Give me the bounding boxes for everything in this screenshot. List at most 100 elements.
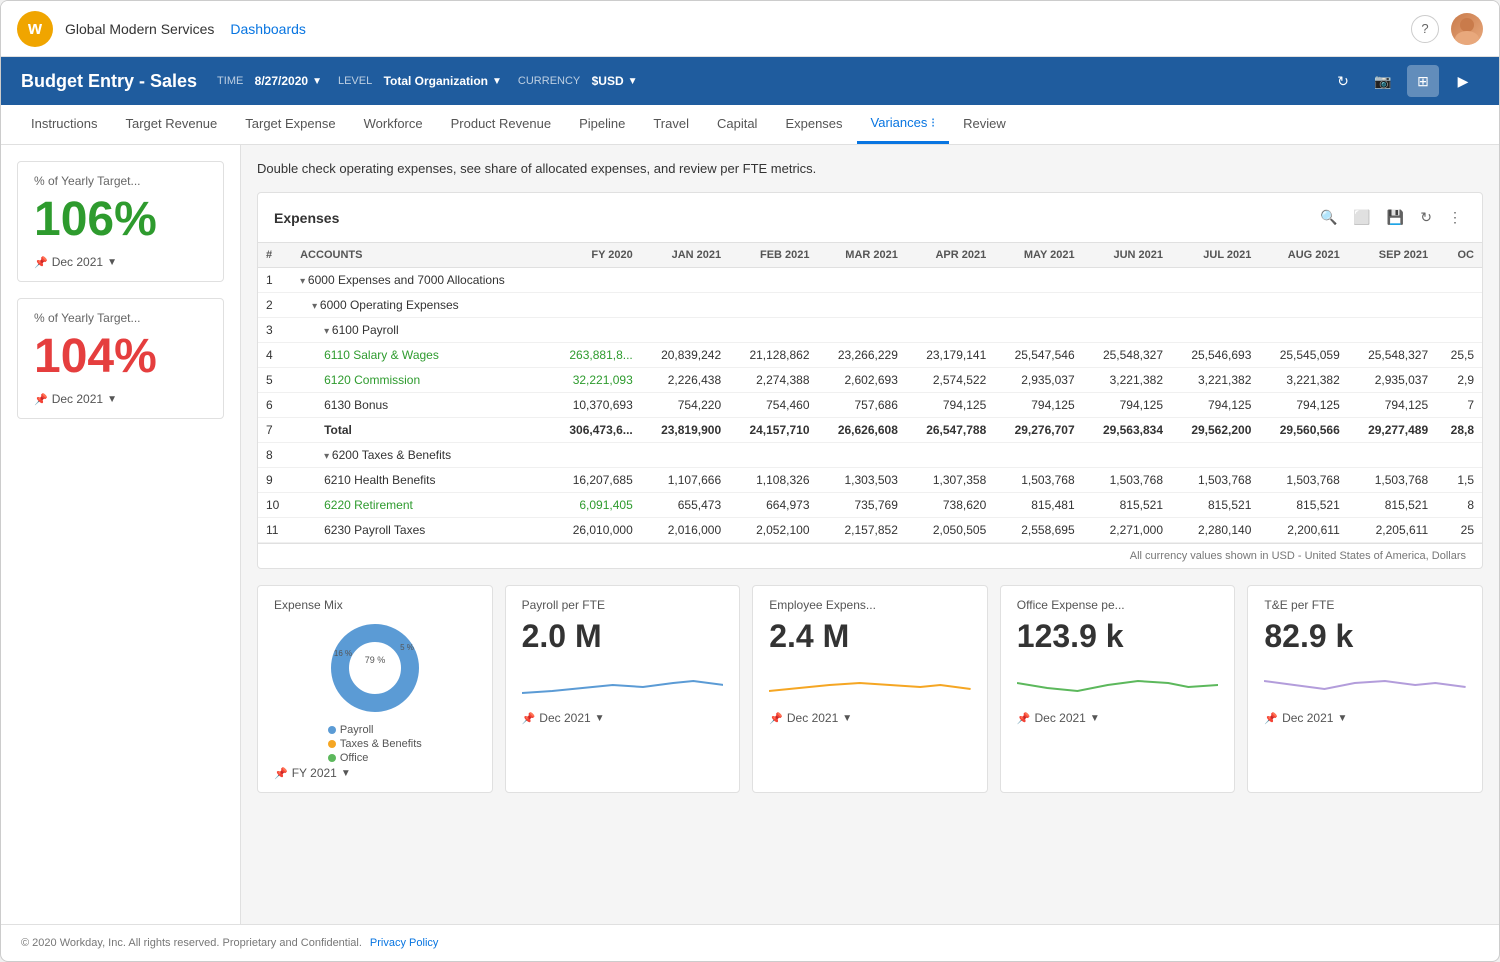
office-expense-footer[interactable]: 📌 Dec 2021 ▼	[1017, 711, 1219, 725]
tab-travel[interactable]: Travel	[639, 105, 703, 144]
cell-mar: 1,303,503	[818, 468, 906, 493]
cell-jun	[1083, 443, 1171, 468]
expand-icon[interactable]: ▾	[324, 326, 332, 337]
expense-mix-footer-label: FY 2021	[292, 766, 337, 780]
cell-mar	[818, 268, 906, 293]
tne-fte-footer[interactable]: 📌 Dec 2021 ▼	[1264, 711, 1466, 725]
employee-expense-chart	[769, 663, 971, 703]
legend-taxes-label: Taxes & Benefits	[340, 738, 422, 750]
cell-sep: 2,935,037	[1348, 368, 1436, 393]
cell-sep: 815,521	[1348, 493, 1436, 518]
tab-instructions[interactable]: Instructions	[17, 105, 111, 144]
copyright-text: © 2020 Workday, Inc. All rights reserved…	[21, 937, 362, 949]
tab-variances[interactable]: Variances ⁝	[857, 105, 950, 144]
more-options-icon[interactable]: ⋮	[1444, 205, 1466, 230]
pin-icon-4: 📌	[522, 712, 536, 725]
cell-jun: 794,125	[1083, 393, 1171, 418]
cell-account: 6120 Commission	[292, 368, 548, 393]
level-control[interactable]: LEVEL Total Organization ▼	[338, 74, 502, 88]
cell-feb	[729, 443, 817, 468]
currency-label: CURRENCY	[518, 75, 580, 87]
cell-may	[994, 443, 1082, 468]
cell-jul	[1171, 268, 1259, 293]
legend-payroll: Payroll	[328, 724, 422, 736]
currency-control[interactable]: CURRENCY $USD ▼	[518, 74, 638, 88]
cell-sep	[1348, 318, 1436, 343]
toolbar-refresh-icon[interactable]: ↻	[1416, 205, 1436, 230]
cell-mar: 2,602,693	[818, 368, 906, 393]
tne-fte-footer-label: Dec 2021	[1282, 711, 1333, 725]
expand-icon[interactable]: ▾	[324, 451, 332, 462]
office-expense-chart	[1017, 663, 1219, 703]
cell-jul	[1171, 293, 1259, 318]
dashboards-link[interactable]: Dashboards	[230, 21, 306, 37]
col-feb2021: FEB 2021	[729, 243, 817, 268]
cell-feb: 754,460	[729, 393, 817, 418]
employee-expense-card: Employee Expens... 2.4 M 📌 Dec 2021 ▼	[752, 585, 988, 793]
legend-payroll-label: Payroll	[340, 724, 374, 736]
cell-num: 8	[258, 443, 292, 468]
tab-target-expense[interactable]: Target Expense	[231, 105, 349, 144]
cell-account: ▾ 6000 Operating Expenses	[292, 293, 548, 318]
cell-jul	[1171, 318, 1259, 343]
save-icon[interactable]: 💾	[1383, 205, 1408, 230]
expand-icon[interactable]: ▾	[312, 301, 320, 312]
chevron-down-icon-2: ▼	[107, 394, 117, 405]
svg-text:5 %: 5 %	[400, 643, 414, 652]
privacy-policy-link[interactable]: Privacy Policy	[370, 937, 438, 949]
cell-jan	[641, 443, 729, 468]
sidebar-widget-2-footer[interactable]: 📌 Dec 2021 ▼	[34, 392, 207, 406]
time-control[interactable]: TIME 8/27/2020 ▼	[217, 74, 322, 88]
user-avatar[interactable]	[1451, 13, 1483, 45]
cell-account: Total	[292, 418, 548, 443]
sidebar-widget-1-footer[interactable]: 📌 Dec 2021 ▼	[34, 255, 207, 269]
table-row: 10 6220 Retirement 6,091,405 655,473 664…	[258, 493, 1482, 518]
cell-num: 5	[258, 368, 292, 393]
tab-review[interactable]: Review	[949, 105, 1020, 144]
refresh-button[interactable]: ↻	[1327, 65, 1359, 97]
cell-fy2020: 32,221,093	[549, 368, 641, 393]
screenshot-button[interactable]: 📷	[1367, 65, 1399, 97]
tab-capital[interactable]: Capital	[703, 105, 771, 144]
cell-num: 2	[258, 293, 292, 318]
cell-fy2020: 16,207,685	[549, 468, 641, 493]
tab-product-revenue[interactable]: Product Revenue	[437, 105, 565, 144]
cell-mar: 23,266,229	[818, 343, 906, 368]
cell-aug	[1259, 268, 1347, 293]
video-button[interactable]: ▶	[1447, 65, 1479, 97]
cell-account: 6230 Payroll Taxes	[292, 518, 548, 543]
expenses-section: Expenses 🔍 ⬜ 💾 ↻ ⋮ # ACCOUN	[257, 192, 1483, 569]
payroll-fte-footer[interactable]: 📌 Dec 2021 ▼	[522, 711, 724, 725]
payroll-fte-chart	[522, 663, 724, 703]
cell-mar: 735,769	[818, 493, 906, 518]
legend-office: Office	[328, 752, 422, 764]
payroll-fte-value: 2.0 M	[522, 618, 724, 655]
tab-expenses[interactable]: Expenses	[771, 105, 856, 144]
chevron-down-icon-1: ▼	[107, 257, 117, 268]
sidebar-widget-2-footer-label: Dec 2021	[52, 392, 103, 406]
cell-oct: 8	[1436, 493, 1482, 518]
cell-jan: 655,473	[641, 493, 729, 518]
col-jun2021: JUN 2021	[1083, 243, 1171, 268]
cell-apr: 1,307,358	[906, 468, 994, 493]
expense-mix-footer[interactable]: 📌 FY 2021 ▼	[274, 766, 476, 780]
tab-pipeline[interactable]: Pipeline	[565, 105, 639, 144]
grid-view-button[interactable]: ⊞	[1407, 65, 1439, 97]
page-footer: © 2020 Workday, Inc. All rights reserved…	[1, 924, 1499, 961]
workday-logo: w	[17, 11, 53, 47]
cell-jan: 2,016,000	[641, 518, 729, 543]
export-icon[interactable]: ⬜	[1349, 205, 1374, 230]
cell-jul: 1,503,768	[1171, 468, 1259, 493]
donut-chart: 79 % 16 % 5 %	[325, 618, 425, 718]
cell-aug: 29,560,566	[1259, 418, 1347, 443]
time-arrow-icon: ▼	[312, 76, 322, 87]
tab-workforce[interactable]: Workforce	[350, 105, 437, 144]
cell-jan	[641, 318, 729, 343]
employee-expense-footer[interactable]: 📌 Dec 2021 ▼	[769, 711, 971, 725]
cell-jan: 20,839,242	[641, 343, 729, 368]
cell-aug: 1,503,768	[1259, 468, 1347, 493]
help-button[interactable]: ?	[1411, 15, 1439, 43]
search-icon[interactable]: 🔍	[1316, 205, 1341, 230]
expand-icon[interactable]: ▾	[300, 276, 308, 287]
tab-target-revenue[interactable]: Target Revenue	[111, 105, 231, 144]
